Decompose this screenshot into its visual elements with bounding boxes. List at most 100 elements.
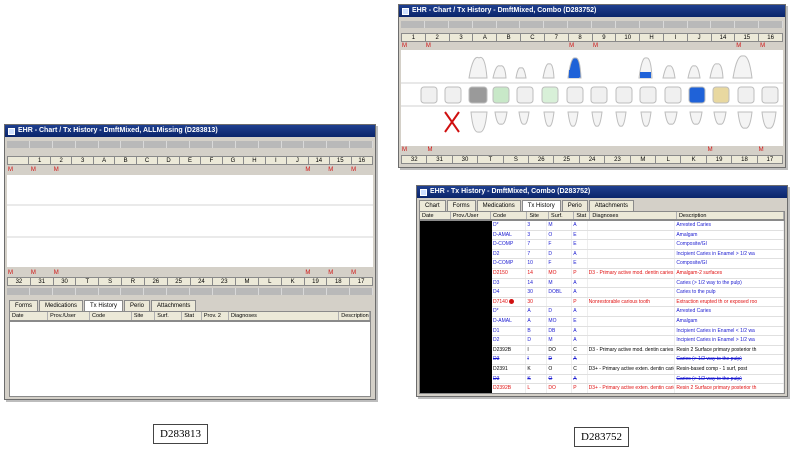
tooth-number[interactable]: L (655, 155, 681, 164)
tooth-number[interactable]: 17 (349, 277, 373, 286)
tooth-number[interactable]: A (472, 33, 497, 42)
tooth-number[interactable]: 15 (734, 33, 759, 42)
column-header-site[interactable]: Site (132, 312, 156, 320)
table-row[interactable]: D-AMAL 3 O E Amalgam (492, 230, 784, 241)
tooth-number[interactable]: 7 (543, 33, 568, 42)
column-header-stat[interactable]: Stat (182, 312, 202, 320)
column-header-surf-[interactable]: Surf. (155, 312, 183, 320)
tooth-number[interactable]: 8 (567, 33, 592, 42)
tooth-number[interactable]: 32 (7, 277, 30, 286)
tooth-number[interactable]: L (257, 277, 281, 286)
table-row[interactable]: D* A D A Arrested Caries (492, 307, 784, 317)
tooth-number[interactable]: B (114, 156, 136, 165)
column-header-description[interactable]: Description (339, 312, 370, 320)
br-grid-body[interactable]: D* 3 M A Arrested Caries D-AMAL 3 O E Amalgam D-CO… (419, 220, 785, 394)
tooth-number[interactable]: 25 (553, 155, 579, 164)
table-row[interactable]: D2392B L DO P D3+ - Primary active exten. de… (492, 384, 784, 393)
tooth-number[interactable]: M (235, 277, 258, 286)
tooth-number[interactable]: 3 (448, 33, 473, 42)
tooth-number[interactable]: H (243, 156, 265, 165)
table-row[interactable]: D2392B I DO C D3 - Primary active mod. denti… (492, 345, 784, 356)
table-row[interactable]: D4 30 DOBL A Caries to the pulp (492, 288, 784, 298)
tooth-number[interactable]: 19 (705, 155, 732, 164)
tooth-number[interactable]: 1 (28, 156, 50, 165)
column-header-description[interactable]: Description (677, 212, 784, 219)
tab-perio[interactable]: Perio (561, 200, 588, 211)
tab-attachments[interactable]: Attachments (588, 200, 635, 211)
tooth-number[interactable]: K (680, 155, 706, 164)
tooth-number[interactable]: H (639, 33, 663, 42)
tooth-number[interactable]: E (178, 156, 201, 165)
column-header-prov-2[interactable]: Prov. 2 (202, 312, 229, 320)
table-row[interactable]: D2 D M A Incipient Caries in Enamel > 1/2 wa (492, 336, 784, 346)
tooth-number[interactable]: 19 (303, 277, 327, 286)
column-header-prov-user[interactable]: Prov./User (48, 312, 90, 320)
tooth-number[interactable]: T (477, 155, 503, 164)
tr-tooth-chart[interactable] (401, 50, 783, 146)
column-header-surf-[interactable]: Surf. (549, 212, 575, 219)
tooth-number[interactable]: 15 (329, 156, 351, 165)
tooth-number[interactable]: 14 (710, 33, 735, 42)
column-header-stat[interactable]: Stat (574, 212, 591, 219)
table-row[interactable]: D* 3 M A Arrested Caries (492, 221, 784, 231)
tooth-number[interactable]: 23 (604, 155, 630, 164)
tooth-number[interactable]: A (92, 156, 115, 165)
tab-tx-history[interactable]: Tx History (521, 200, 561, 211)
tooth-number[interactable]: 26 (143, 277, 167, 286)
tab-chart[interactable]: Chart (419, 200, 446, 211)
table-row[interactable]: D3 K O A Caries (> 1/2 way to the pulp) (492, 374, 784, 385)
tab-forms[interactable]: Forms (9, 300, 38, 311)
column-header-diagnoses[interactable]: Diagnoses (229, 312, 340, 320)
tooth-number[interactable]: J (686, 33, 711, 42)
tooth-number[interactable]: 18 (326, 277, 350, 286)
tooth-number[interactable] (7, 156, 29, 165)
tooth-number[interactable]: I (264, 156, 287, 165)
tooth-number[interactable]: 3 (71, 156, 93, 165)
tooth-number[interactable]: 16 (350, 156, 373, 165)
column-header-site[interactable]: Site (527, 212, 550, 219)
tooth-number[interactable]: B (496, 33, 521, 42)
table-row[interactable]: D2391 K O C D3+ - Primary active exten. dent… (492, 364, 784, 375)
tab-medications[interactable]: Medications (476, 200, 521, 211)
table-row[interactable]: D1 B DB A Incipient Caries in Enamel < 1/2 w… (492, 326, 784, 337)
tab-medications[interactable]: Medications (39, 300, 84, 311)
tooth-number[interactable]: 23 (212, 277, 236, 286)
column-header-diagnoses[interactable]: Diagnoses (590, 212, 677, 219)
column-header-prov-user[interactable]: Prov./User (451, 212, 492, 219)
tooth-number[interactable]: 18 (731, 155, 757, 164)
tooth-number[interactable]: 16 (758, 33, 783, 42)
left-grid-body[interactable] (9, 321, 371, 397)
tooth-number[interactable]: 25 (166, 277, 190, 286)
tooth-number[interactable]: 9 (591, 33, 616, 42)
tooth-number[interactable]: R (121, 277, 144, 286)
tooth-number[interactable]: 30 (52, 277, 76, 286)
tooth-number[interactable]: T (75, 277, 99, 286)
table-row[interactable]: D-COMP 10 F E Composite/GI (492, 259, 784, 269)
column-header-date[interactable]: Date (10, 312, 49, 320)
tooth-number[interactable]: 24 (189, 277, 213, 286)
tooth-number[interactable]: 31 (426, 155, 452, 164)
tooth-number[interactable]: D (157, 156, 179, 165)
tooth-number[interactable]: 26 (528, 155, 554, 164)
tooth-number[interactable]: 31 (29, 277, 53, 286)
tooth-number[interactable]: 14 (307, 156, 330, 165)
tooth-number[interactable]: C (135, 156, 158, 165)
table-row[interactable]: D2 7 D A Incipient Caries in Enamel > 1/2 wa (492, 249, 784, 260)
tooth-number[interactable]: S (502, 155, 529, 164)
left-tooth-chart[interactable] (7, 175, 373, 267)
table-row[interactable]: D3 I D A Caries (> 1/2 way to the pulp) (492, 355, 784, 365)
tooth-number[interactable]: K (280, 277, 304, 286)
tooth-number[interactable]: 32 (401, 155, 427, 164)
tab-perio[interactable]: Perio (124, 300, 151, 311)
column-header-date[interactable]: Date (420, 212, 451, 219)
tooth-number[interactable]: I (662, 33, 687, 42)
table-row[interactable]: D-AMAL A MO E Amalgam (492, 316, 784, 327)
column-header-code[interactable]: Code (90, 312, 132, 320)
tooth-number[interactable]: 10 (615, 33, 640, 42)
tooth-number[interactable]: 17 (756, 155, 784, 164)
tab-tx-history[interactable]: Tx History (84, 300, 124, 311)
table-row[interactable]: D2150 14 MO P D3 - Primary active mod. denti… (492, 268, 784, 279)
tooth-number[interactable]: 2 (424, 33, 449, 42)
tooth-number[interactable]: M (629, 155, 656, 164)
tooth-number[interactable]: C (520, 33, 544, 42)
